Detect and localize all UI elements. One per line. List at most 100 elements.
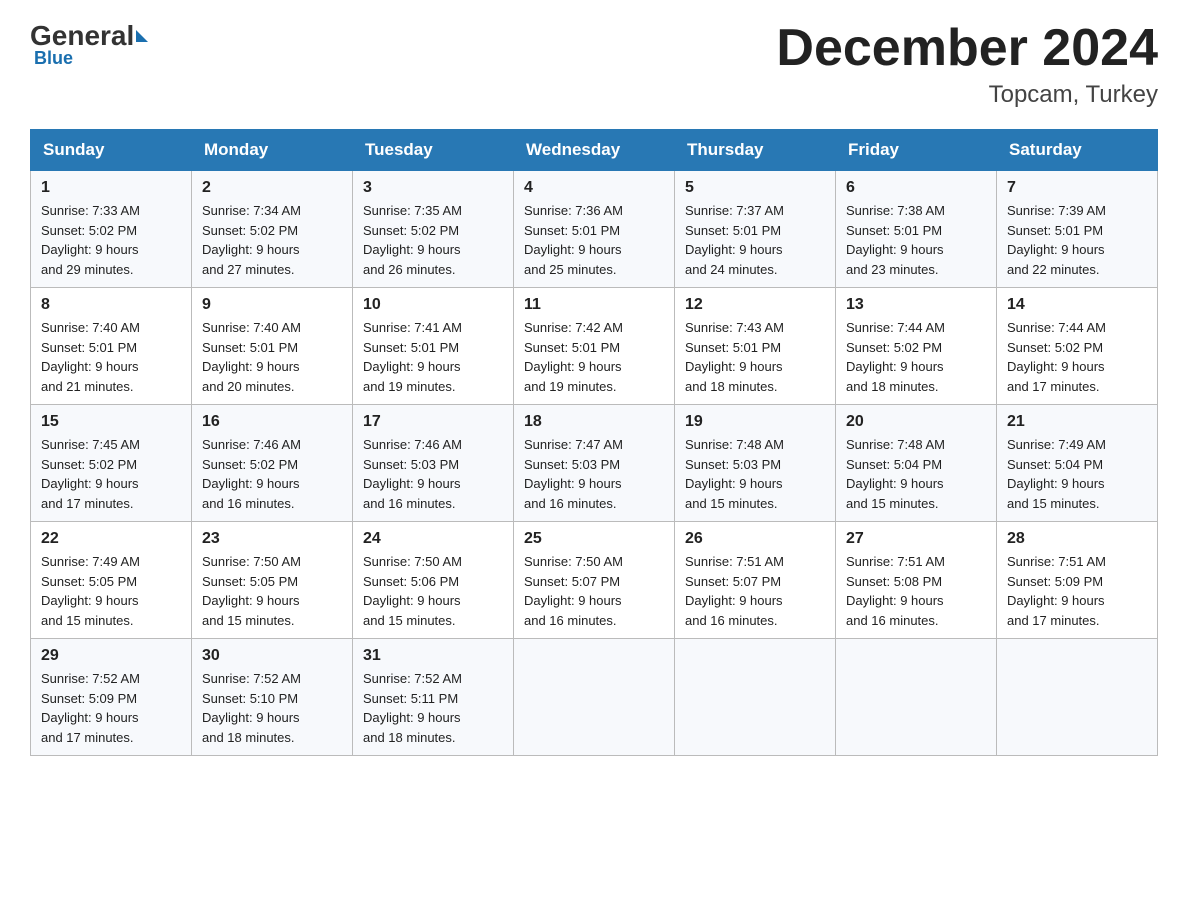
day-info: Sunrise: 7:40 AMSunset: 5:01 PMDaylight:… [202,318,342,396]
week-row-5: 29 Sunrise: 7:52 AMSunset: 5:09 PMDaylig… [31,639,1158,756]
logo-area: General Blue [30,20,148,69]
title-area: December 2024 Topcam, Turkey [776,20,1158,109]
day-number: 8 [41,296,181,314]
day-number: 6 [846,179,986,197]
day-cell: 31 Sunrise: 7:52 AMSunset: 5:11 PMDaylig… [353,639,514,756]
day-info: Sunrise: 7:44 AMSunset: 5:02 PMDaylight:… [1007,318,1147,396]
day-cell: 16 Sunrise: 7:46 AMSunset: 5:02 PMDaylig… [192,405,353,522]
week-row-3: 15 Sunrise: 7:45 AMSunset: 5:02 PMDaylig… [31,405,1158,522]
day-number: 3 [363,179,503,197]
day-number: 2 [202,179,342,197]
day-info: Sunrise: 7:34 AMSunset: 5:02 PMDaylight:… [202,201,342,279]
day-info: Sunrise: 7:50 AMSunset: 5:06 PMDaylight:… [363,552,503,630]
day-number: 17 [363,413,503,431]
week-row-2: 8 Sunrise: 7:40 AMSunset: 5:01 PMDayligh… [31,288,1158,405]
day-info: Sunrise: 7:43 AMSunset: 5:01 PMDaylight:… [685,318,825,396]
day-info: Sunrise: 7:52 AMSunset: 5:11 PMDaylight:… [363,669,503,747]
day-cell: 19 Sunrise: 7:48 AMSunset: 5:03 PMDaylig… [675,405,836,522]
day-info: Sunrise: 7:39 AMSunset: 5:01 PMDaylight:… [1007,201,1147,279]
col-friday: Friday [836,130,997,171]
day-cell: 22 Sunrise: 7:49 AMSunset: 5:05 PMDaylig… [31,522,192,639]
day-info: Sunrise: 7:48 AMSunset: 5:03 PMDaylight:… [685,435,825,513]
col-thursday: Thursday [675,130,836,171]
day-number: 21 [1007,413,1147,431]
day-info: Sunrise: 7:50 AMSunset: 5:07 PMDaylight:… [524,552,664,630]
day-info: Sunrise: 7:52 AMSunset: 5:09 PMDaylight:… [41,669,181,747]
day-number: 28 [1007,530,1147,548]
day-info: Sunrise: 7:46 AMSunset: 5:03 PMDaylight:… [363,435,503,513]
location-title: Topcam, Turkey [776,81,1158,109]
day-cell [675,639,836,756]
day-cell: 25 Sunrise: 7:50 AMSunset: 5:07 PMDaylig… [514,522,675,639]
col-monday: Monday [192,130,353,171]
day-number: 29 [41,647,181,665]
day-cell: 23 Sunrise: 7:50 AMSunset: 5:05 PMDaylig… [192,522,353,639]
day-info: Sunrise: 7:48 AMSunset: 5:04 PMDaylight:… [846,435,986,513]
day-cell: 7 Sunrise: 7:39 AMSunset: 5:01 PMDayligh… [997,171,1158,288]
week-row-4: 22 Sunrise: 7:49 AMSunset: 5:05 PMDaylig… [31,522,1158,639]
day-cell [514,639,675,756]
day-number: 20 [846,413,986,431]
day-cell [836,639,997,756]
day-info: Sunrise: 7:37 AMSunset: 5:01 PMDaylight:… [685,201,825,279]
day-number: 24 [363,530,503,548]
day-number: 25 [524,530,664,548]
day-cell: 9 Sunrise: 7:40 AMSunset: 5:01 PMDayligh… [192,288,353,405]
day-cell: 6 Sunrise: 7:38 AMSunset: 5:01 PMDayligh… [836,171,997,288]
day-cell: 4 Sunrise: 7:36 AMSunset: 5:01 PMDayligh… [514,171,675,288]
day-info: Sunrise: 7:38 AMSunset: 5:01 PMDaylight:… [846,201,986,279]
calendar-header: Sunday Monday Tuesday Wednesday Thursday… [31,130,1158,171]
day-number: 31 [363,647,503,665]
week-row-1: 1 Sunrise: 7:33 AMSunset: 5:02 PMDayligh… [31,171,1158,288]
day-info: Sunrise: 7:33 AMSunset: 5:02 PMDaylight:… [41,201,181,279]
day-info: Sunrise: 7:49 AMSunset: 5:05 PMDaylight:… [41,552,181,630]
day-number: 9 [202,296,342,314]
day-cell: 14 Sunrise: 7:44 AMSunset: 5:02 PMDaylig… [997,288,1158,405]
day-cell: 15 Sunrise: 7:45 AMSunset: 5:02 PMDaylig… [31,405,192,522]
day-cell: 26 Sunrise: 7:51 AMSunset: 5:07 PMDaylig… [675,522,836,639]
day-info: Sunrise: 7:42 AMSunset: 5:01 PMDaylight:… [524,318,664,396]
day-cell: 28 Sunrise: 7:51 AMSunset: 5:09 PMDaylig… [997,522,1158,639]
day-cell: 18 Sunrise: 7:47 AMSunset: 5:03 PMDaylig… [514,405,675,522]
day-info: Sunrise: 7:36 AMSunset: 5:01 PMDaylight:… [524,201,664,279]
day-cell: 10 Sunrise: 7:41 AMSunset: 5:01 PMDaylig… [353,288,514,405]
day-cell [997,639,1158,756]
day-cell: 8 Sunrise: 7:40 AMSunset: 5:01 PMDayligh… [31,288,192,405]
day-info: Sunrise: 7:45 AMSunset: 5:02 PMDaylight:… [41,435,181,513]
day-info: Sunrise: 7:47 AMSunset: 5:03 PMDaylight:… [524,435,664,513]
day-cell: 3 Sunrise: 7:35 AMSunset: 5:02 PMDayligh… [353,171,514,288]
col-tuesday: Tuesday [353,130,514,171]
day-number: 1 [41,179,181,197]
day-number: 15 [41,413,181,431]
day-info: Sunrise: 7:44 AMSunset: 5:02 PMDaylight:… [846,318,986,396]
logo-blue-text: Blue [34,48,73,69]
day-number: 12 [685,296,825,314]
day-cell: 20 Sunrise: 7:48 AMSunset: 5:04 PMDaylig… [836,405,997,522]
day-cell: 17 Sunrise: 7:46 AMSunset: 5:03 PMDaylig… [353,405,514,522]
col-saturday: Saturday [997,130,1158,171]
day-info: Sunrise: 7:41 AMSunset: 5:01 PMDaylight:… [363,318,503,396]
day-info: Sunrise: 7:51 AMSunset: 5:09 PMDaylight:… [1007,552,1147,630]
day-cell: 27 Sunrise: 7:51 AMSunset: 5:08 PMDaylig… [836,522,997,639]
page-header: General Blue December 2024 Topcam, Turke… [30,20,1158,109]
day-cell: 12 Sunrise: 7:43 AMSunset: 5:01 PMDaylig… [675,288,836,405]
logo-triangle-icon [136,30,148,42]
day-cell: 11 Sunrise: 7:42 AMSunset: 5:01 PMDaylig… [514,288,675,405]
day-info: Sunrise: 7:50 AMSunset: 5:05 PMDaylight:… [202,552,342,630]
day-cell: 29 Sunrise: 7:52 AMSunset: 5:09 PMDaylig… [31,639,192,756]
day-cell: 13 Sunrise: 7:44 AMSunset: 5:02 PMDaylig… [836,288,997,405]
day-info: Sunrise: 7:51 AMSunset: 5:07 PMDaylight:… [685,552,825,630]
day-number: 13 [846,296,986,314]
day-number: 14 [1007,296,1147,314]
day-number: 23 [202,530,342,548]
day-info: Sunrise: 7:52 AMSunset: 5:10 PMDaylight:… [202,669,342,747]
day-number: 11 [524,296,664,314]
day-number: 16 [202,413,342,431]
day-number: 5 [685,179,825,197]
day-number: 4 [524,179,664,197]
day-number: 22 [41,530,181,548]
calendar-table: Sunday Monday Tuesday Wednesday Thursday… [30,129,1158,756]
day-info: Sunrise: 7:46 AMSunset: 5:02 PMDaylight:… [202,435,342,513]
calendar-body: 1 Sunrise: 7:33 AMSunset: 5:02 PMDayligh… [31,171,1158,756]
day-number: 18 [524,413,664,431]
